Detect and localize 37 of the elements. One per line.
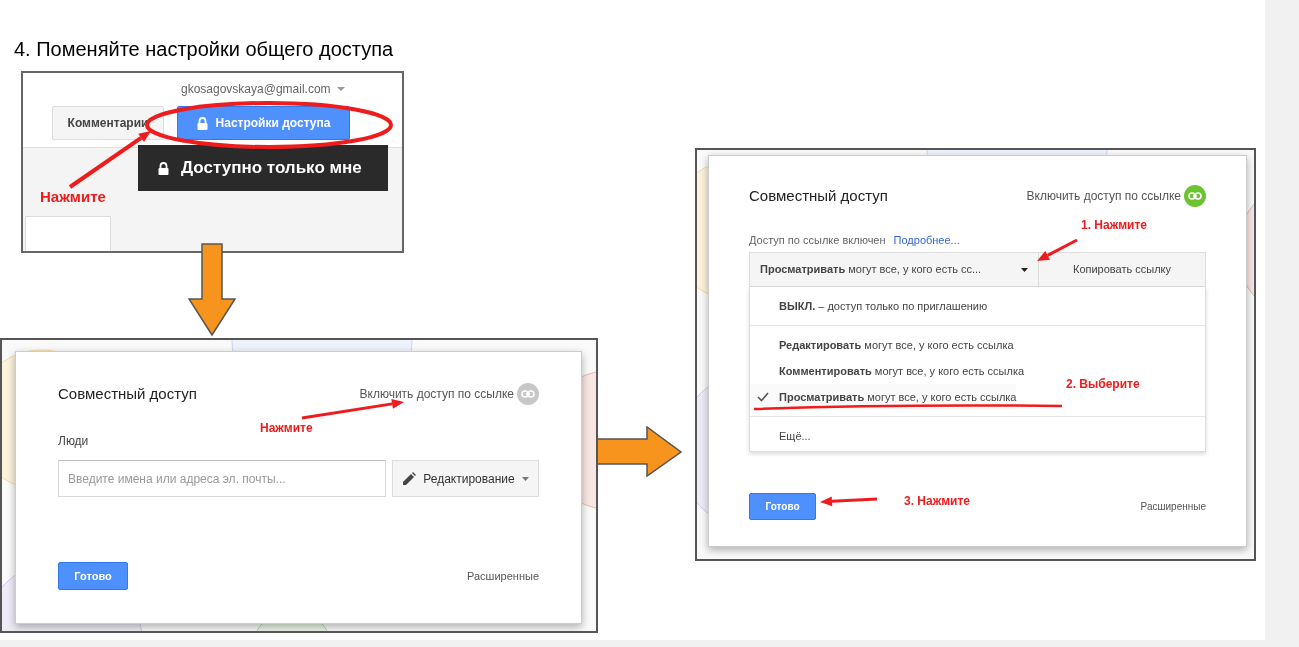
caret-icon xyxy=(336,87,345,91)
menu-item[interactable]: ВЫКЛ. – доступ только по приглашению xyxy=(750,293,988,319)
advanced-link[interactable]: Расширенные xyxy=(1140,499,1206,514)
learn-more-link[interactable]: Подробнее... xyxy=(893,231,960,249)
copy-link-button[interactable]: Копировать ссылку xyxy=(1039,252,1206,287)
menu-item[interactable]: Ещё... xyxy=(750,423,811,449)
pencil-icon xyxy=(403,472,417,485)
menu-item[interactable]: Комментировать могут все, у кого есть ссылка xyxy=(750,358,1025,384)
comments-button[interactable]: Комментарии xyxy=(52,106,164,140)
link-status: Доступ по ссылке включен xyxy=(749,232,886,248)
dialog-title: Совместный доступ xyxy=(58,383,197,404)
account-email[interactable]: gkosagovskaya@gmail.com xyxy=(181,80,331,98)
link-icon[interactable] xyxy=(517,383,539,405)
lock-icon xyxy=(196,116,208,130)
menu-item[interactable]: Редактировать могут все, у кого есть ссылка xyxy=(750,332,1014,358)
annotation: 3. Нажмите xyxy=(904,493,970,510)
advanced-link[interactable]: Расширенные xyxy=(467,567,539,585)
caret-icon xyxy=(1021,267,1028,272)
access-dropdown[interactable]: Просматривать могут все, у кого есть сс... xyxy=(749,252,1039,287)
link-sharing-toggle[interactable]: Включить доступ по ссылке xyxy=(359,385,514,403)
annotation: Нажмите xyxy=(40,187,106,207)
permission-dropdown[interactable]: Редактирование xyxy=(392,460,539,497)
arrow xyxy=(820,496,878,507)
annotation: 2. Выберите xyxy=(1066,376,1140,393)
link-icon[interactable] xyxy=(1184,185,1206,207)
tooltip: Доступно только мне xyxy=(138,145,388,191)
people-field[interactable]: Введите имена или адреса эл. почты... xyxy=(58,460,387,497)
annotation: Нажмите xyxy=(260,420,313,437)
dialog-title: Совместный доступ xyxy=(749,185,888,206)
annotation: 1. Нажмите xyxy=(1081,217,1147,234)
caret-icon xyxy=(521,476,529,481)
arrow xyxy=(1037,238,1078,261)
checkmark-icon xyxy=(757,392,769,402)
heading: 4. Поменяйте настройки общего доступа xyxy=(14,37,394,62)
lock-icon xyxy=(158,161,169,175)
people-label: Люди xyxy=(58,433,90,450)
link-sharing-toggle[interactable]: Включить доступ по ссылке xyxy=(1026,187,1181,205)
